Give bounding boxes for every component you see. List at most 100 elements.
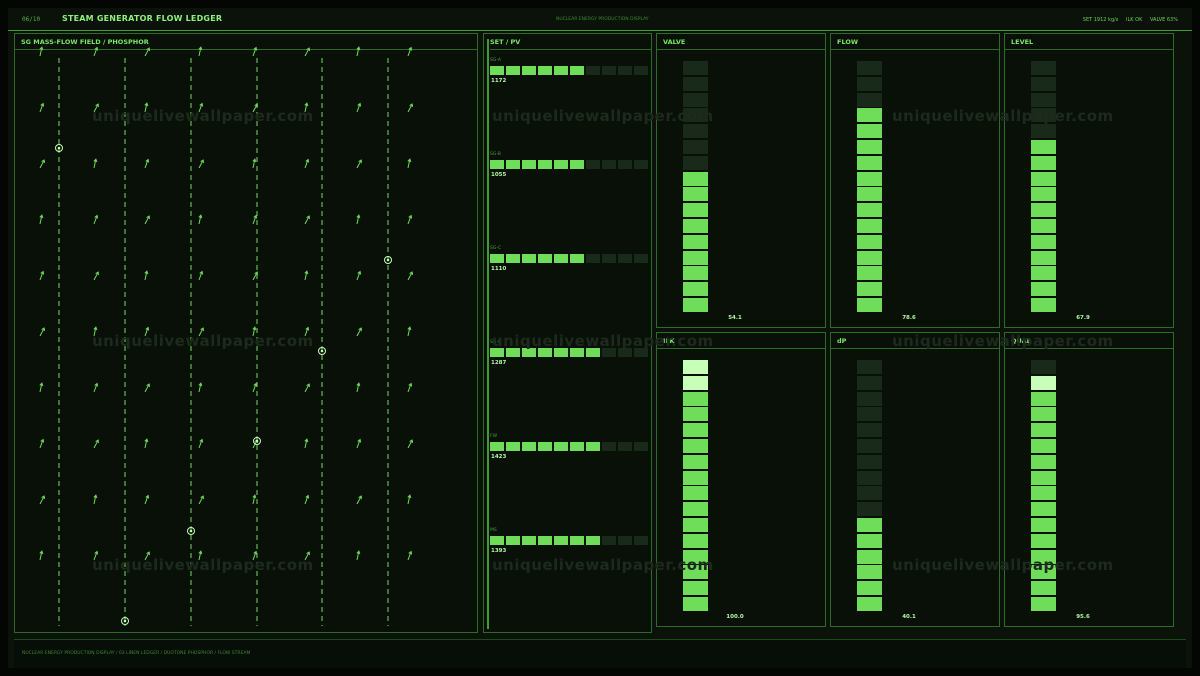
meter-segment xyxy=(683,203,708,218)
setpv-bar-segment xyxy=(538,442,552,451)
setpv-bar-segment xyxy=(522,536,536,545)
meter-segment xyxy=(683,140,708,154)
meter-segment xyxy=(857,155,882,170)
meter-panel-level: LEVEL 67.9 xyxy=(1004,33,1174,328)
setpv-bar-segment xyxy=(602,442,616,451)
meter-segment xyxy=(1031,155,1056,170)
setpv-row: SG-A 1172 xyxy=(490,58,650,88)
meter-segment xyxy=(857,486,882,501)
setpv-bar-segment xyxy=(602,66,616,75)
meter-panel-ilk: ILK 100.0 xyxy=(656,332,826,627)
display-frame: 06/10 STEAM GENERATOR FLOW LEDGER NUCLEA… xyxy=(8,8,1192,668)
setpv-bar-segment xyxy=(634,442,648,451)
setpv-bar-segment xyxy=(506,66,520,75)
meter-segment xyxy=(857,360,882,374)
setpv-bar-segment xyxy=(554,254,568,263)
status-valve: VALVE 63% xyxy=(1149,17,1178,23)
setpv-bar-segment xyxy=(570,536,584,545)
mass-flow-field-panel: SG MASS-FLOW FIELD / PHOSPHOR xyxy=(14,33,478,633)
meter-segment xyxy=(857,454,882,469)
meter-segment xyxy=(1031,518,1056,532)
setpv-bar-segment xyxy=(506,348,520,357)
setpv-row-value: 1055 xyxy=(491,172,507,178)
meter-segment xyxy=(857,439,882,453)
particle-core-icon xyxy=(189,529,193,533)
panel-divider xyxy=(831,49,999,50)
meter-segment xyxy=(683,298,708,312)
setpv-bar-segment xyxy=(538,160,552,169)
panel-divider xyxy=(1005,348,1173,349)
setpv-bar-segment xyxy=(602,254,616,263)
page-counter: 06/10 xyxy=(22,16,41,23)
meter-segment xyxy=(857,61,882,75)
meter-title: VALVE xyxy=(663,38,686,46)
setpv-bar-segment xyxy=(618,536,632,545)
meter-segment xyxy=(683,375,708,390)
setpv-panel: SET / PV SG-A 1172 SG-B 1055 SG-C 1110 SG-D 128… xyxy=(483,33,652,633)
setpv-bar-segment xyxy=(538,348,552,357)
meter-value-row: 78.6 xyxy=(831,315,1001,321)
meter-segment xyxy=(683,470,708,485)
meter-segment xyxy=(857,375,882,390)
setpv-row-label: SG-A xyxy=(490,58,501,63)
meter-value: 95.6 xyxy=(1076,614,1090,620)
setpv-bar-segment xyxy=(570,254,584,263)
setpv-bar-segment xyxy=(554,160,568,169)
meter-segment xyxy=(683,61,708,75)
meter-segment xyxy=(857,250,882,265)
meter-segment xyxy=(683,518,708,532)
particle-core-icon xyxy=(255,439,259,443)
meter-segment xyxy=(857,108,882,123)
meter-title: dP xyxy=(837,337,847,345)
setpv-title: SET / PV xyxy=(490,38,521,46)
meter-segment xyxy=(683,187,708,202)
meter-segment xyxy=(1031,597,1056,611)
meter-segment xyxy=(857,407,882,422)
meter-segment xyxy=(1031,92,1056,107)
meter-segment xyxy=(1031,234,1056,249)
particle-core-icon xyxy=(57,146,61,150)
setpv-bar-segment xyxy=(586,254,600,263)
setpv-bar-segment xyxy=(570,442,584,451)
meter-segment xyxy=(683,423,708,438)
setpv-row-label: SG-C xyxy=(490,246,502,251)
panel-divider xyxy=(657,348,825,349)
meter-segment xyxy=(857,581,882,596)
meter-segment xyxy=(857,92,882,107)
setpv-bar-segment xyxy=(506,536,520,545)
meter-segment xyxy=(1031,266,1056,281)
meter-segment xyxy=(1031,454,1056,469)
flow-field-canvas xyxy=(39,46,413,626)
meter-segment xyxy=(683,565,708,580)
setpv-bar-segment xyxy=(490,348,504,357)
setpv-bar-segment xyxy=(586,66,600,75)
meter-segment xyxy=(857,203,882,218)
setpv-row-value: 1110 xyxy=(491,266,507,272)
meter-segment xyxy=(1031,360,1056,374)
meter-segment xyxy=(857,282,882,297)
meter-segment xyxy=(857,549,882,564)
setpv-bar-segment xyxy=(618,442,632,451)
meter-segment xyxy=(1031,298,1056,312)
meter-title: QUAL xyxy=(1011,337,1031,345)
setpv-bar-segment xyxy=(570,66,584,75)
meter-segment xyxy=(857,171,882,186)
status-readout: SET 1912 kg/s ILK OK VALVE 63% xyxy=(1077,17,1178,23)
setpv-row-label: SG-B xyxy=(490,152,501,157)
setpv-bar-segment xyxy=(570,160,584,169)
meter-segment xyxy=(683,533,708,548)
setpv-bar-segment xyxy=(634,66,648,75)
setpv-bar-segment xyxy=(490,536,504,545)
meter-segment xyxy=(1031,282,1056,297)
meter-segment xyxy=(1031,171,1056,186)
setpv-bar-segment xyxy=(554,348,568,357)
meter-value-row: 40.1 xyxy=(831,614,1001,620)
setpv-bar-segment xyxy=(634,536,648,545)
setpv-bar-segment xyxy=(618,160,632,169)
meter-segment xyxy=(1031,533,1056,548)
setpv-bar-segment xyxy=(522,66,536,75)
setpv-bar-segment xyxy=(506,160,520,169)
meter-segment xyxy=(683,486,708,501)
meter-title: FLOW xyxy=(837,38,859,46)
meter-value-row: 95.6 xyxy=(1005,614,1175,620)
